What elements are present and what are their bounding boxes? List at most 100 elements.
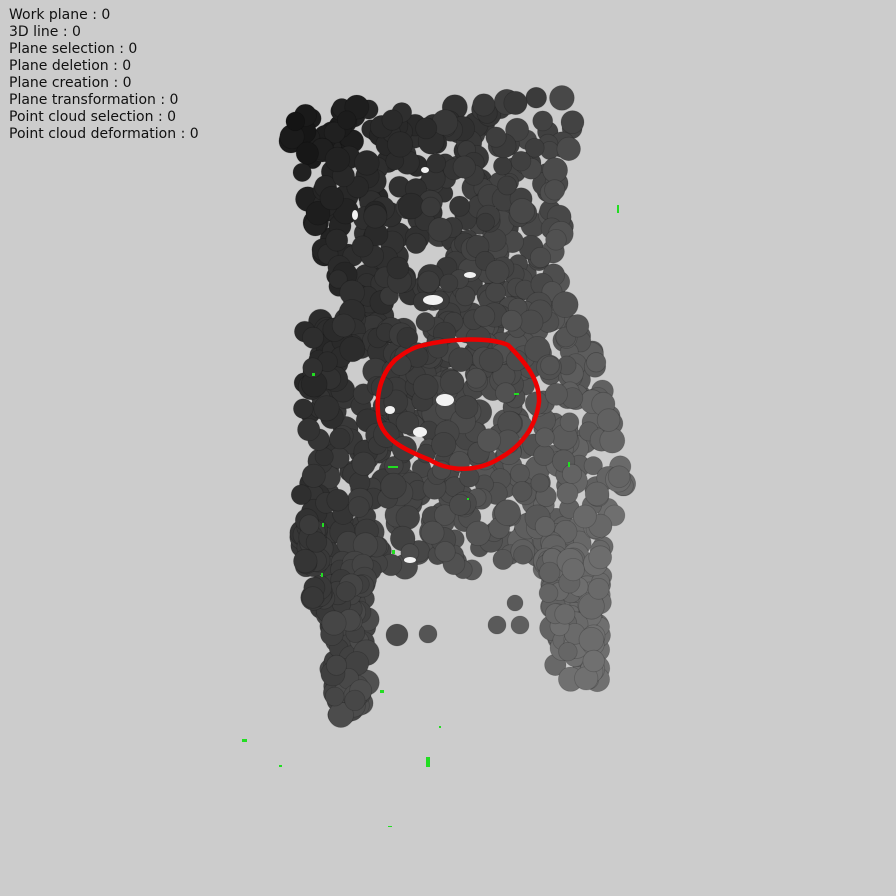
cloud-point <box>511 480 533 502</box>
cloud-point <box>439 273 459 293</box>
counter-plane-creation: Plane creation : 0 <box>9 75 132 91</box>
counter-point-cloud-selection: Point cloud selection : 0 <box>9 109 177 125</box>
chair-point-cloud[interactable] <box>278 85 637 728</box>
cloud-point <box>465 520 491 547</box>
cloud-point <box>472 93 496 117</box>
cloud-point <box>561 463 583 484</box>
cloud-point <box>420 520 445 545</box>
cloud-point <box>426 153 447 174</box>
cloud-point <box>405 232 427 254</box>
outlier-point <box>321 573 323 577</box>
cloud-gap <box>385 406 395 414</box>
cloud-point <box>337 110 357 130</box>
cloud-point <box>351 451 376 476</box>
counter-plane-deletion: Plane deletion : 0 <box>9 58 132 74</box>
outlier-point <box>392 550 395 554</box>
cloud-point <box>538 583 559 603</box>
cloud-point <box>485 126 507 148</box>
cloud-point <box>385 623 409 647</box>
cloud-gap <box>421 167 429 173</box>
cloud-point <box>293 548 318 574</box>
outlier-point <box>617 205 619 213</box>
cloud-point <box>599 427 626 454</box>
cloud-point <box>559 412 580 432</box>
cloud-point <box>506 594 524 612</box>
cloud-point <box>534 427 555 448</box>
cloud-point <box>584 481 610 507</box>
cloud-point <box>326 488 350 512</box>
cloud-point <box>561 557 585 582</box>
cloud-point <box>395 505 421 530</box>
outlier-point <box>426 757 430 767</box>
counter-plane-transformation: Plane transformation : 0 <box>9 92 179 108</box>
cloud-point <box>487 615 507 635</box>
cloud-point <box>492 549 514 571</box>
cloud-point <box>500 309 523 332</box>
cloud-point <box>301 326 324 349</box>
cloud-point <box>301 586 325 609</box>
cloud-point <box>331 313 356 338</box>
cloud-point <box>607 465 631 489</box>
counter-work-plane: Work plane : 0 <box>9 7 111 23</box>
cloud-point <box>417 270 440 294</box>
outlier-point <box>322 523 324 527</box>
cloud-point <box>363 204 388 229</box>
3d-viewport[interactable]: Work plane : 0 3D line : 0 Plane selecti… <box>0 0 896 896</box>
cloud-point <box>448 195 471 217</box>
cloud-point <box>556 482 579 505</box>
cloud-point <box>324 146 351 173</box>
cloud-point <box>492 156 513 176</box>
cloud-point <box>532 110 554 132</box>
cloud-point <box>554 603 576 625</box>
cloud-point <box>420 196 441 217</box>
cloud-point <box>427 217 453 242</box>
cloud-point <box>478 347 504 373</box>
cloud-point <box>348 496 370 518</box>
cloud-point <box>290 484 312 506</box>
cloud-point <box>449 493 472 516</box>
cloud-point <box>533 444 555 467</box>
cloud-point <box>418 624 438 644</box>
cloud-point <box>285 111 306 132</box>
cloud-point <box>495 382 517 404</box>
cloud-point <box>292 398 314 419</box>
outlier-point <box>312 373 315 376</box>
outlier-point <box>439 726 441 728</box>
outlier-point <box>388 826 392 827</box>
cloud-point <box>473 305 496 328</box>
cloud-point <box>412 373 439 400</box>
cloud-point <box>494 499 521 527</box>
cloud-point <box>380 472 407 500</box>
cloud-point <box>582 649 605 673</box>
cloud-point <box>324 686 345 707</box>
cloud-point <box>587 577 610 600</box>
outlier-point <box>514 393 519 395</box>
cloud-gap <box>352 210 358 220</box>
cloud-point <box>485 281 506 303</box>
cloud-point <box>301 463 326 488</box>
cloud-point <box>454 395 479 420</box>
cloud-point <box>434 541 456 563</box>
cloud-point <box>518 309 544 335</box>
cloud-point <box>540 355 560 376</box>
cloud-point <box>465 367 487 389</box>
cloud-point <box>510 615 530 635</box>
counter-point-cloud-deformation: Point cloud deformation : 0 <box>9 126 199 142</box>
cloud-point <box>452 155 476 179</box>
cloud-point <box>573 504 597 529</box>
cloud-point <box>351 235 374 258</box>
cloud-point <box>510 150 532 172</box>
cloud-point <box>476 428 502 453</box>
cloud-point <box>525 86 547 109</box>
cloud-point <box>455 285 476 307</box>
cloud-point <box>529 246 552 269</box>
cloud-point <box>476 212 495 232</box>
cloud-point <box>386 256 410 280</box>
cloud-point <box>544 179 566 201</box>
cloud-point <box>509 198 535 224</box>
cloud-point <box>335 581 357 602</box>
cloud-point <box>321 610 347 636</box>
cloud-point <box>415 311 436 332</box>
cloud-point <box>534 516 556 537</box>
cloud-point <box>431 431 457 458</box>
